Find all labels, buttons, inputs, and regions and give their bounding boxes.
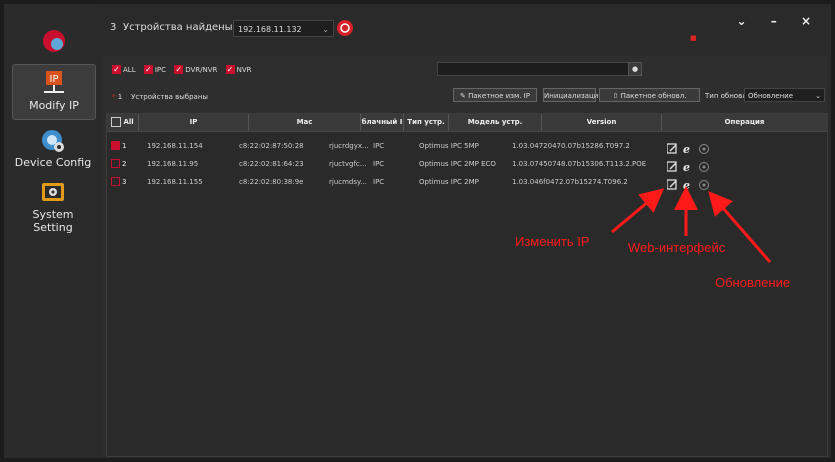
web-browser-icon[interactable]: e: [683, 179, 690, 192]
update-type-select[interactable]: Обновление ⌄: [744, 88, 825, 102]
row-checkbox[interactable]: [111, 159, 120, 168]
search-button[interactable]: ●: [628, 62, 642, 76]
minimize-icon[interactable]: –: [771, 14, 787, 28]
sidebar-item-label: Device Config: [14, 156, 92, 169]
checkbox-icon: [111, 117, 121, 127]
header-all[interactable]: All: [107, 114, 139, 131]
header-cloud-id: блачный I: [361, 114, 404, 131]
selected-count: 1: [117, 93, 123, 101]
svg-text:e: e: [683, 161, 690, 173]
row-operations: e: [666, 176, 727, 195]
annotation-modify-ip: Изменить IP: [515, 234, 590, 249]
checkbox-icon: ✓: [112, 65, 121, 74]
ip-select-value: 192.168.11.132: [238, 25, 302, 34]
search-icon: ●: [631, 65, 639, 73]
notice-text: ■: [690, 34, 697, 42]
device-filters: ✓ ALL ✓ IPC ✓ DVR/NVR ✓ NVR: [112, 65, 258, 74]
devices-found-label: Устройства найдены: [123, 22, 233, 33]
sidebar-item-label: System Setting: [32, 208, 74, 234]
gear-config-icon: [42, 130, 64, 152]
edit-icon[interactable]: [666, 161, 677, 172]
device-count: 3: [110, 22, 117, 33]
annotation-web-interface: Web-интерфейс: [628, 240, 726, 255]
batch-ip-button[interactable]: ✎ Пакетное изм. IP: [453, 88, 537, 102]
table-header: All IP Mac блачный I Тип устр. Модель ус…: [107, 114, 827, 132]
checkbox-icon: ✓: [225, 65, 235, 74]
sidebar-item-device-config[interactable]: Device Config: [12, 128, 94, 172]
app-logo: [37, 24, 71, 58]
filter-ipc[interactable]: ✓ IPC: [143, 65, 166, 74]
checkbox-icon: ✓: [174, 65, 184, 74]
chevron-down-icon: ⌄: [322, 25, 329, 34]
chevron-down-icon[interactable]: ⌄: [737, 14, 757, 28]
web-browser-icon[interactable]: e: [683, 143, 690, 156]
header-type: Тип устр.: [404, 114, 449, 131]
update-icon[interactable]: [699, 180, 709, 190]
ip-network-icon: IP: [44, 71, 64, 93]
row-checkbox[interactable]: [111, 177, 120, 186]
refresh-button[interactable]: [337, 20, 353, 36]
svg-text:IP: IP: [50, 74, 59, 85]
row-checkbox[interactable]: [111, 141, 120, 150]
header-mac: Mac: [249, 114, 361, 131]
close-icon[interactable]: ×: [801, 14, 821, 28]
sidebar-item-modify-ip[interactable]: IP Modify IP: [12, 64, 96, 120]
filter-dvr-hvr[interactable]: ✓ DVR/NVR: [174, 65, 217, 74]
top-bar: 3 Устройства найдены 192.168.11.132 ⌄ ■ …: [100, 10, 831, 46]
checkbox-icon: ✓: [143, 65, 153, 74]
header-ip: IP: [139, 114, 249, 131]
svg-text:e: e: [683, 143, 690, 155]
chevron-down-icon: ⌄: [815, 92, 821, 100]
edit-icon[interactable]: [666, 143, 677, 154]
upload-icon: ⇧: [612, 92, 619, 100]
edit-icon[interactable]: [666, 179, 677, 190]
table-row[interactable]: 3 192.168.11.155 c8:22:02:80:38:9e rjucm…: [107, 174, 827, 192]
sidebar-item-label: Modify IP: [29, 99, 79, 112]
window-controls: ⌄ – ×: [737, 14, 822, 28]
selected-info: * 1 Устройства выбраны: [112, 93, 208, 101]
update-icon[interactable]: [699, 144, 709, 154]
filter-nvr[interactable]: ✓ NVR: [225, 65, 252, 74]
refresh-icon: [340, 23, 350, 33]
selected-label: Устройства выбраны: [131, 93, 208, 101]
search-input[interactable]: [437, 62, 630, 76]
init-button[interactable]: Инициализация: [543, 88, 603, 102]
ip-select[interactable]: 192.168.11.132 ⌄: [233, 20, 334, 37]
batch-update-button[interactable]: ⇧ Пакетное обновл.: [599, 88, 700, 102]
table-row[interactable]: 1 192.168.11.154 c8:22:02:87:50:28 rjucr…: [107, 138, 827, 156]
header-operation: Операция: [724, 118, 765, 126]
svg-text:e: e: [683, 179, 690, 191]
header-version: Version: [542, 114, 662, 131]
web-browser-icon[interactable]: e: [683, 161, 690, 174]
header-model: Модель устр.: [449, 114, 542, 131]
batch-ip-icon: ✎: [460, 92, 466, 100]
annotation-update: Обновление: [715, 275, 791, 290]
sidebar-item-system-setting[interactable]: System Setting: [12, 180, 94, 234]
update-type-label: Тип обновл.: [705, 92, 749, 100]
table-row[interactable]: 2 192.168.11.95 c8:22:02:81:64:23 rjuctv…: [107, 156, 827, 174]
settings-icon: [42, 183, 64, 201]
filter-all[interactable]: ✓ ALL: [112, 65, 136, 74]
update-icon[interactable]: [699, 162, 709, 172]
